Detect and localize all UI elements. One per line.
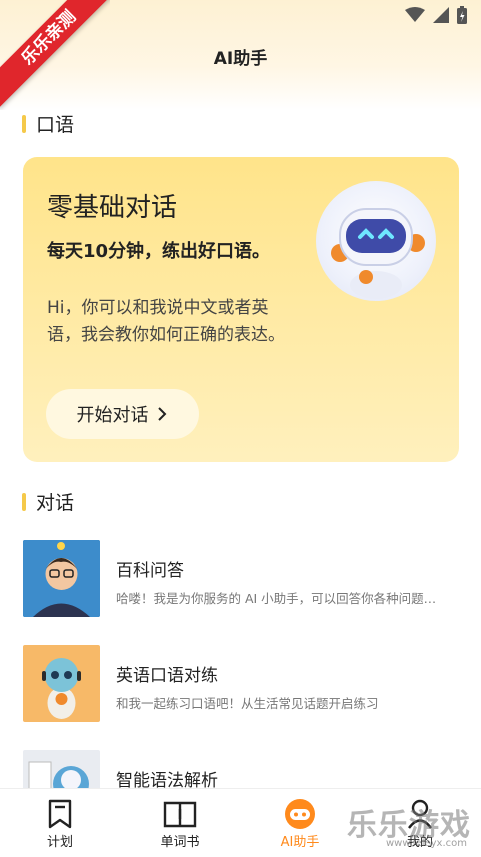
page-title: AI助手	[213, 49, 268, 69]
section-bar	[22, 492, 26, 511]
robot-illustration	[316, 181, 436, 301]
card-subtitle-num: 10	[83, 241, 109, 262]
battery-icon	[457, 6, 467, 24]
header-area: 乐乐亲测 AI助手	[0, 0, 481, 110]
list-item-desc: 哈喽！我是为你服务的 AI 小助手，可以回答你各种问题…	[116, 591, 437, 606]
zero-basis-dialogue-card[interactable]: 零基础对话 每天10分钟，练出好口语。 Hi，你可以和我说中文或者英语，我会教你…	[23, 157, 459, 462]
encyclopedia-avatar	[23, 540, 100, 617]
start-dialogue-label: 开始对话	[76, 405, 149, 426]
start-dialogue-button[interactable]: 开始对话	[46, 389, 199, 439]
watermark-url: www.leleyx.com	[385, 838, 467, 849]
section-dialogue-label: 对话	[36, 492, 75, 514]
tab-wordbook-label: 单词书	[160, 835, 200, 850]
tab-wordbook[interactable]: 单词书	[130, 797, 230, 850]
tab-ai-assistant[interactable]: AI助手	[250, 797, 350, 850]
list-item-oral-practice[interactable]: 英语口语对练 和我一起练习口语吧！从生活常见话题开启练习	[23, 645, 463, 723]
card-description: Hi，你可以和我说中文或者英语，我会教你如何正确的表达。	[47, 298, 285, 345]
card-subtitle-suffix: 分钟，练出好口语。	[108, 241, 271, 262]
list-item-title: 百科问答	[116, 561, 184, 581]
book-icon	[163, 801, 197, 828]
section-bar	[22, 114, 26, 133]
list-item-desc: 和我一起练习口语吧！从生活常见话题开启练习	[116, 696, 379, 711]
list-item-title: 英语口语对练	[116, 666, 218, 686]
card-title: 零基础对话	[47, 193, 178, 223]
tab-plan[interactable]: 计划	[10, 797, 110, 850]
bookmark-icon	[48, 799, 72, 829]
card-subtitle: 每天10分钟，练出好口语。	[47, 237, 270, 263]
wifi-icon	[405, 7, 425, 22]
tab-plan-label: 计划	[46, 835, 73, 850]
section-speaking-label: 口语	[36, 114, 75, 136]
status-bar	[405, 6, 467, 24]
tab-ai-label: AI助手	[280, 835, 320, 850]
chevron-right-icon	[157, 407, 166, 421]
robot-icon	[285, 799, 315, 829]
section-dialogue-heading: 对话	[22, 488, 74, 515]
card-subtitle-prefix: 每天	[47, 241, 83, 262]
section-speaking-heading: 口语	[22, 110, 74, 137]
list-item-encyclopedia-qa[interactable]: 百科问答 哈喽！我是为你服务的 AI 小助手，可以回答你各种问题…	[23, 540, 463, 618]
oral-practice-avatar	[23, 645, 100, 722]
signal-icon	[433, 7, 449, 23]
